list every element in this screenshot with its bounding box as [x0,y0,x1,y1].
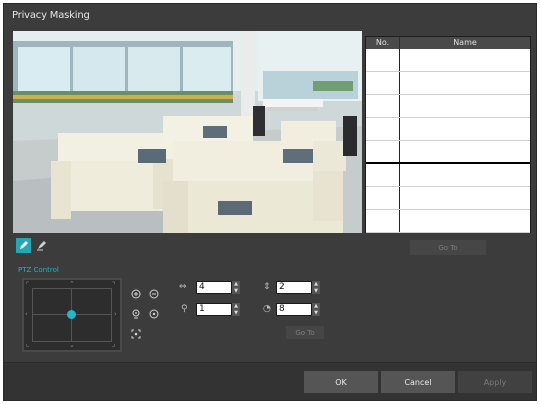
cell-name [400,187,530,209]
tilt-value[interactable]: 2 [276,281,312,294]
zoom-out-button[interactable] [148,308,160,320]
dialog-footer: OK Cancel Apply [4,362,536,400]
goto-button[interactable]: Go To [410,240,486,255]
pan-up-arrow-icon[interactable]: ⌃ [69,281,75,288]
column-header-no[interactable]: No. [366,37,400,49]
tilt-stepper-arrows[interactable]: ▲ ▼ [312,281,320,294]
tilt-icon: ⇕ [263,282,271,292]
pan-stepper[interactable]: 4 ▲ ▼ [196,281,240,294]
cell-no [366,118,400,140]
cell-no [366,210,400,232]
zoom-in-icon [131,309,141,319]
apply-button[interactable]: Apply [458,371,532,393]
table-body [366,49,530,233]
cell-name [400,141,530,162]
decrement-icon[interactable]: ▼ [232,288,240,295]
pan-left-arrow-icon[interactable]: ‹ [25,311,28,318]
focus-icon: ◔ [263,304,271,314]
focus-stepper-arrows[interactable]: ▲ ▼ [312,303,320,316]
table-row[interactable] [366,141,530,164]
focus-far-icon [149,289,159,299]
decrement-icon[interactable]: ▼ [312,310,320,317]
cell-name [400,49,530,71]
column-header-name[interactable]: Name [400,37,530,49]
table-row[interactable] [366,118,530,141]
pan-down-right-arrow-icon[interactable]: ⌟ [112,341,115,348]
cell-no [366,164,400,186]
focus-far-button[interactable] [148,288,160,300]
cell-name [400,95,530,117]
table-row[interactable] [366,95,530,118]
camera-video-view[interactable] [13,31,362,233]
draw-mask-button[interactable] [16,238,31,253]
cell-no [366,141,400,162]
auto-focus-button[interactable] [130,328,142,340]
pan-down-arrow-icon[interactable]: ⌄ [69,342,75,349]
decrement-icon[interactable]: ▼ [232,310,240,317]
mask-table: No. Name [365,36,531,233]
pan-down-left-arrow-icon[interactable]: ⌞ [26,341,29,348]
cell-no [366,49,400,71]
cell-no [366,187,400,209]
zoom-in-button[interactable] [130,308,142,320]
zoom-value[interactable]: 1 [196,303,232,316]
pan-stepper-arrows[interactable]: ▲ ▼ [232,281,240,294]
joystick-handle[interactable] [67,310,76,319]
ptz-joystick-pad[interactable]: ⌃ ⌄ ‹ › ⌜ ⌝ ⌞ ⌟ [22,278,122,352]
tilt-stepper[interactable]: 2 ▲ ▼ [276,281,320,294]
zoom-icon: ⚲ [181,304,188,314]
focus-near-icon [131,289,141,299]
cell-name [400,118,530,140]
focus-stepper[interactable]: 8 ▲ ▼ [276,303,320,316]
table-row[interactable] [366,210,530,233]
dialog-title: Privacy Masking [12,10,90,21]
cell-no [366,95,400,117]
focus-near-button[interactable] [130,288,142,300]
erase-icon [36,240,47,251]
cell-name [400,72,530,94]
zoom-out-icon [149,309,159,319]
ptz-section-label: PTZ Control [18,266,59,274]
ok-button[interactable]: OK [304,371,378,393]
auto-focus-icon [131,329,141,339]
pan-right-arrow-icon[interactable]: › [114,311,117,318]
erase-mask-button[interactable] [34,238,49,253]
privacy-masking-dialog: Privacy Masking No. Name Go To PTZ Contr… [3,3,537,401]
zoom-stepper[interactable]: 1 ▲ ▼ [196,303,240,316]
pan-up-right-arrow-icon[interactable]: ⌝ [112,282,115,289]
cell-name [400,210,530,232]
zoom-stepper-arrows[interactable]: ▲ ▼ [232,303,240,316]
pan-value[interactable]: 4 [196,281,232,294]
cell-name [400,164,530,186]
pan-up-left-arrow-icon[interactable]: ⌜ [26,282,29,289]
table-row[interactable] [366,164,530,187]
cell-no [366,72,400,94]
table-header: No. Name [366,37,530,49]
pencil-icon [18,240,29,251]
ptz-goto-button[interactable]: Go To [286,326,324,339]
pan-icon: ⇔ [179,282,187,292]
table-row[interactable] [366,187,530,210]
cancel-button[interactable]: Cancel [381,371,455,393]
decrement-icon[interactable]: ▼ [312,288,320,295]
table-row[interactable] [366,49,530,72]
table-row[interactable] [366,72,530,95]
focus-value[interactable]: 8 [276,303,312,316]
